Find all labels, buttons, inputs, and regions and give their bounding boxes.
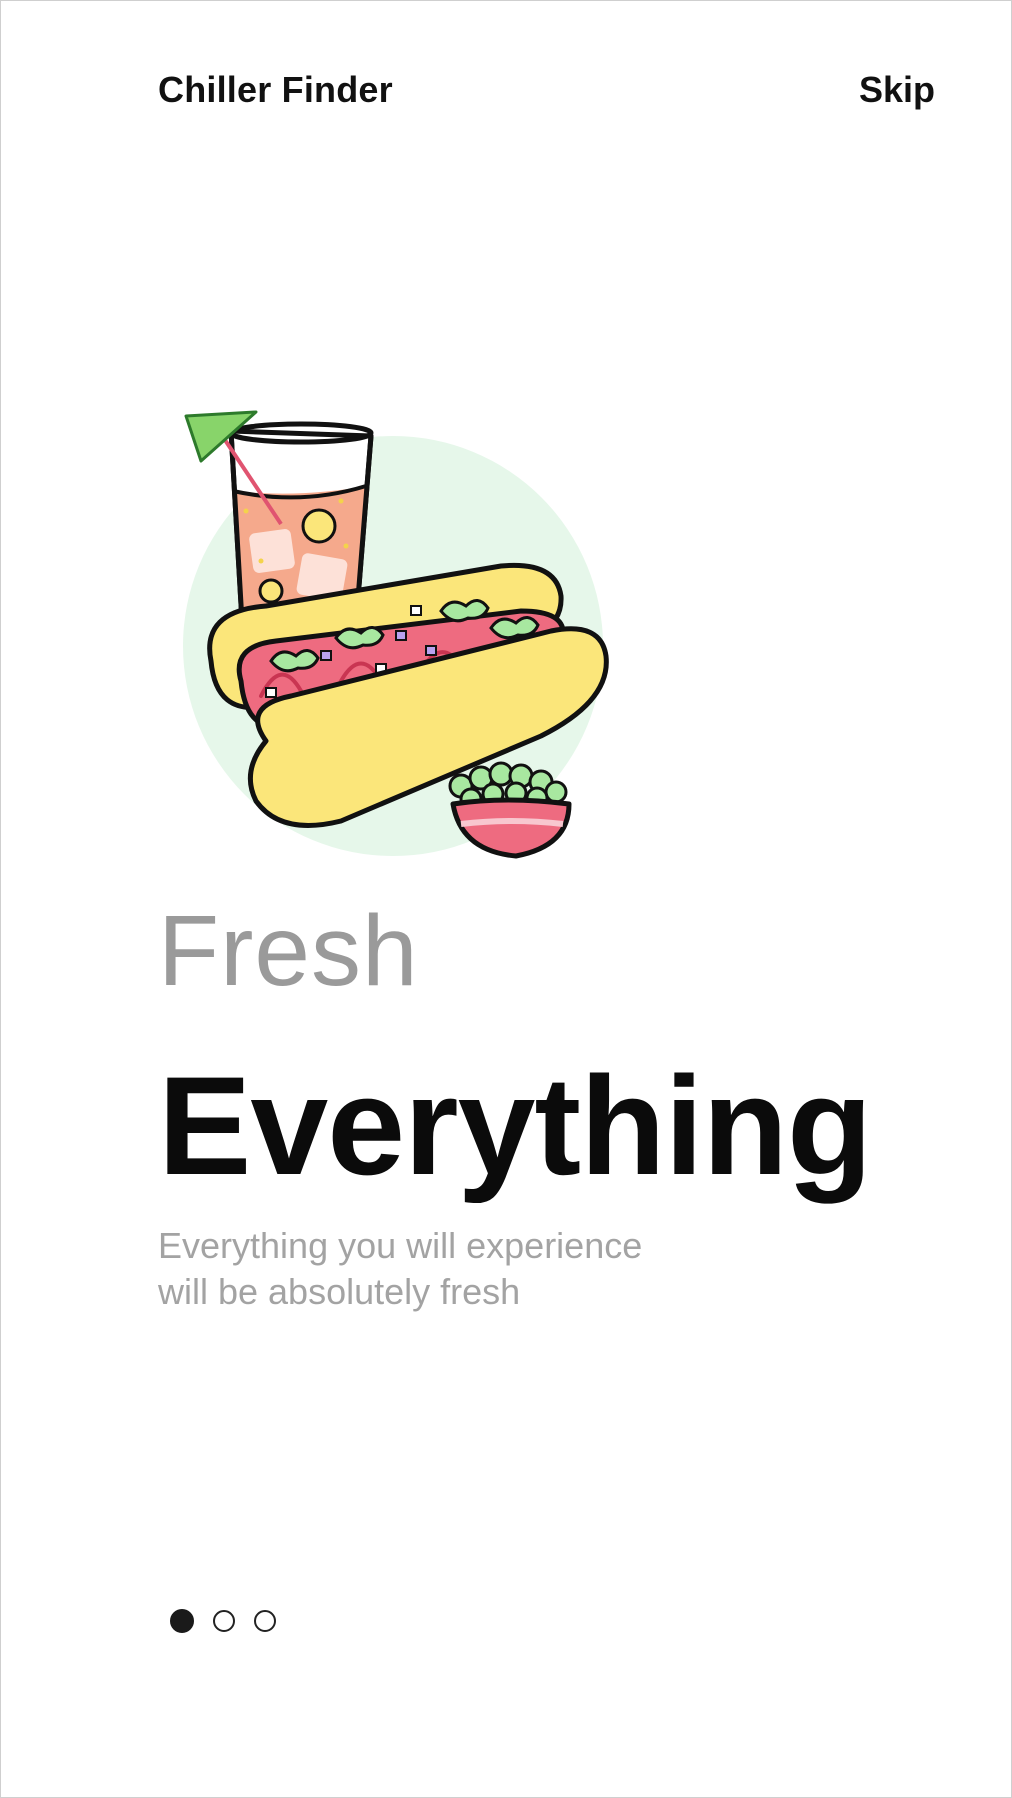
page-indicator — [170, 1609, 276, 1633]
onboarding-headline: Everything — [158, 1047, 873, 1204]
page-dot-3[interactable] — [254, 1610, 276, 1632]
skip-button[interactable]: Skip — [859, 69, 935, 111]
hotdog-drink-illustration — [171, 406, 641, 866]
onboarding-subtitle: Fresh — [158, 895, 419, 1007]
page-dot-1[interactable] — [170, 1609, 194, 1633]
page-dot-2[interactable] — [213, 1610, 235, 1632]
onboarding-description: Everything you will experience will be a… — [158, 1225, 643, 1312]
app-title: Chiller Finder — [158, 69, 393, 110]
onboarding-screen: Chiller Finder Skip Fresh Everything Eve… — [0, 0, 1012, 1798]
